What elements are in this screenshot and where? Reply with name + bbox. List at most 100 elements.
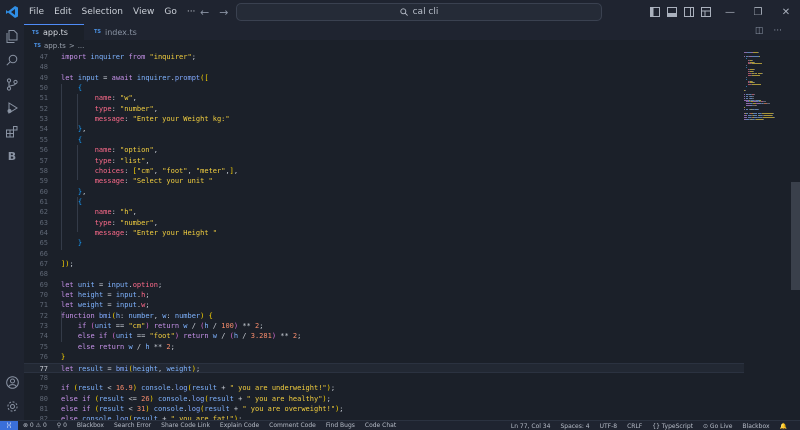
status-right-item-0[interactable]: Ln 77, Col 34: [506, 423, 556, 430]
code-line[interactable]: 64 message: "Enter your Height ": [24, 228, 744, 238]
code-line[interactable]: 70 let height = input.h;: [24, 290, 744, 300]
menu-item-selection[interactable]: Selection: [77, 0, 128, 24]
account-icon[interactable]: [0, 370, 24, 394]
status-right-item-2[interactable]: UTF-8: [595, 423, 623, 430]
scrollbar-thumb[interactable]: [791, 182, 800, 290]
settings-icon[interactable]: [0, 394, 24, 418]
code-line[interactable]: 79 if (result < 16.9) console.log(result …: [24, 383, 744, 393]
breadcrumb-symbol[interactable]: ...: [78, 42, 85, 50]
status-item-3[interactable]: Search Error: [109, 422, 156, 429]
code-line[interactable]: 58 choices: ["cm", "foot", "meter",],: [24, 166, 744, 176]
code-line[interactable]: 61 {: [24, 197, 744, 207]
code-line[interactable]: 47 import inquirer from "inquirer";: [24, 52, 744, 62]
code-line[interactable]: 66: [24, 249, 744, 259]
code-line[interactable]: 53 message: "Enter your Weight kg:": [24, 114, 744, 124]
code-token: "number": [120, 218, 154, 227]
menu-more-icon[interactable]: ···: [182, 0, 201, 24]
status-item-0[interactable]: ⊗ 0 ⚠ 0: [18, 422, 52, 429]
menu-item-file[interactable]: File: [24, 0, 49, 24]
code-line[interactable]: 69 let unit = input.option;: [24, 280, 744, 290]
code-line[interactable]: 56 name: "option",: [24, 145, 744, 155]
code-line[interactable]: 73 if (unit == "cm") return w / (h / 100…: [24, 321, 744, 331]
blackbox-icon[interactable]: B: [0, 144, 24, 168]
toggle-secondary-sidebar-icon[interactable]: [684, 7, 694, 17]
explorer-icon[interactable]: [0, 24, 24, 48]
code-token: ==: [111, 322, 129, 331]
code-line[interactable]: 54 },: [24, 124, 744, 134]
vscode-logo-icon: [0, 0, 24, 24]
code-text: type: "number",: [61, 104, 158, 114]
status-item-6[interactable]: Comment Code: [264, 422, 321, 429]
line-number: 58: [39, 166, 48, 175]
more-actions-icon[interactable]: ···: [773, 26, 782, 36]
code-line[interactable]: 51 name: "w",: [24, 93, 744, 103]
close-icon[interactable]: ✕: [772, 0, 800, 24]
menu-item-view[interactable]: View: [128, 0, 159, 24]
menu-item-edit[interactable]: Edit: [49, 0, 76, 24]
code-line[interactable]: 77 let result = bmi(height, weight);: [24, 362, 744, 373]
code-line[interactable]: 68: [24, 269, 744, 279]
customize-layout-icon[interactable]: [701, 7, 711, 17]
code-token: return: [153, 322, 180, 331]
code-line[interactable]: 48: [24, 62, 744, 72]
code-token: 100: [221, 322, 234, 331]
status-right-item-4[interactable]: {} TypeScript: [647, 423, 698, 430]
status-item-5[interactable]: Explain Code: [215, 422, 264, 429]
code-line[interactable]: 78: [24, 373, 744, 383]
code-line[interactable]: 52 type: "number",: [24, 104, 744, 114]
restore-icon[interactable]: ❐: [744, 0, 772, 24]
tab-app-ts[interactable]: TS app.ts: [24, 24, 84, 40]
code-line[interactable]: 75 else return w / h ** 2;: [24, 342, 744, 352]
minimap[interactable]: [744, 52, 792, 132]
code-line[interactable]: 62 name: "h",: [24, 207, 744, 217]
search-icon[interactable]: [0, 48, 24, 72]
code-line[interactable]: 72 function bmi(h: number, w: number) {: [24, 311, 744, 321]
code-token: unit: [94, 322, 112, 331]
notifications-bell-icon[interactable]: 🔔: [775, 423, 792, 430]
remote-indicator[interactable]: ⟩⟨: [0, 420, 18, 430]
run-debug-icon[interactable]: [0, 96, 24, 120]
code-editor[interactable]: 47 import inquirer from "inquirer"; 48 49 le…: [24, 52, 800, 430]
code-line[interactable]: 67]);: [24, 259, 744, 269]
code-line[interactable]: 81 else if (result < 31) console.log(resu…: [24, 404, 744, 414]
status-item-7[interactable]: Find Bugs: [321, 422, 360, 429]
code-line[interactable]: 50 {: [24, 83, 744, 93]
status-right-item-6[interactable]: Blackbox: [737, 423, 774, 430]
status-right-item-1[interactable]: Spaces: 4: [555, 423, 594, 430]
forward-arrow-icon[interactable]: →: [219, 6, 228, 19]
menu-item-go[interactable]: Go: [159, 0, 181, 24]
code-line[interactable]: 80 else if (result <= 26) console.log(res…: [24, 394, 744, 404]
code-line[interactable]: 57 type: "list",: [24, 156, 744, 166]
status-item-4[interactable]: Share Code Link: [156, 422, 215, 429]
extensions-icon[interactable]: [0, 120, 24, 144]
code-line[interactable]: 65 }: [24, 238, 744, 248]
code-line[interactable]: 63 type: "number",: [24, 218, 744, 228]
code-line[interactable]: 71 let weight = input.w;: [24, 300, 744, 310]
status-item-1[interactable]: ⚲ 0: [52, 422, 72, 429]
code-line[interactable]: 76}: [24, 352, 744, 362]
status-right-item-5[interactable]: ⊙ Go Live: [698, 423, 737, 430]
activity-bar: B: [0, 24, 24, 420]
minimize-icon[interactable]: —: [716, 0, 744, 24]
status-item-2[interactable]: Blackbox: [72, 422, 109, 429]
code-text: name: "h",: [61, 207, 137, 217]
toggle-primary-sidebar-icon[interactable]: [650, 7, 660, 17]
code-token: else if: [61, 394, 91, 403]
status-item-8[interactable]: Code Chat: [360, 422, 401, 429]
source-control-icon[interactable]: [0, 72, 24, 96]
search-input[interactable]: cal cli: [236, 3, 602, 21]
code-token: type: [94, 218, 112, 227]
code-token: 26: [141, 394, 150, 403]
back-arrow-icon[interactable]: ←: [200, 6, 209, 19]
split-editor-icon[interactable]: ◫: [755, 26, 764, 36]
toggle-panel-icon[interactable]: [667, 7, 677, 17]
status-right-item-3[interactable]: CRLF: [622, 423, 647, 430]
breadcrumb-file[interactable]: app.ts: [44, 42, 66, 50]
tab-index-ts[interactable]: TS index.ts: [86, 24, 150, 40]
code-line[interactable]: 74 else if (unit == "foot") return w / (…: [24, 331, 744, 341]
code-line[interactable]: 55 {: [24, 135, 744, 145]
code-token: name: [94, 94, 112, 103]
code-line[interactable]: 60 },: [24, 187, 744, 197]
code-line[interactable]: 49 let input = await inquirer.prompt([: [24, 73, 744, 83]
code-line[interactable]: 59 message: "Select your unit ": [24, 176, 744, 186]
